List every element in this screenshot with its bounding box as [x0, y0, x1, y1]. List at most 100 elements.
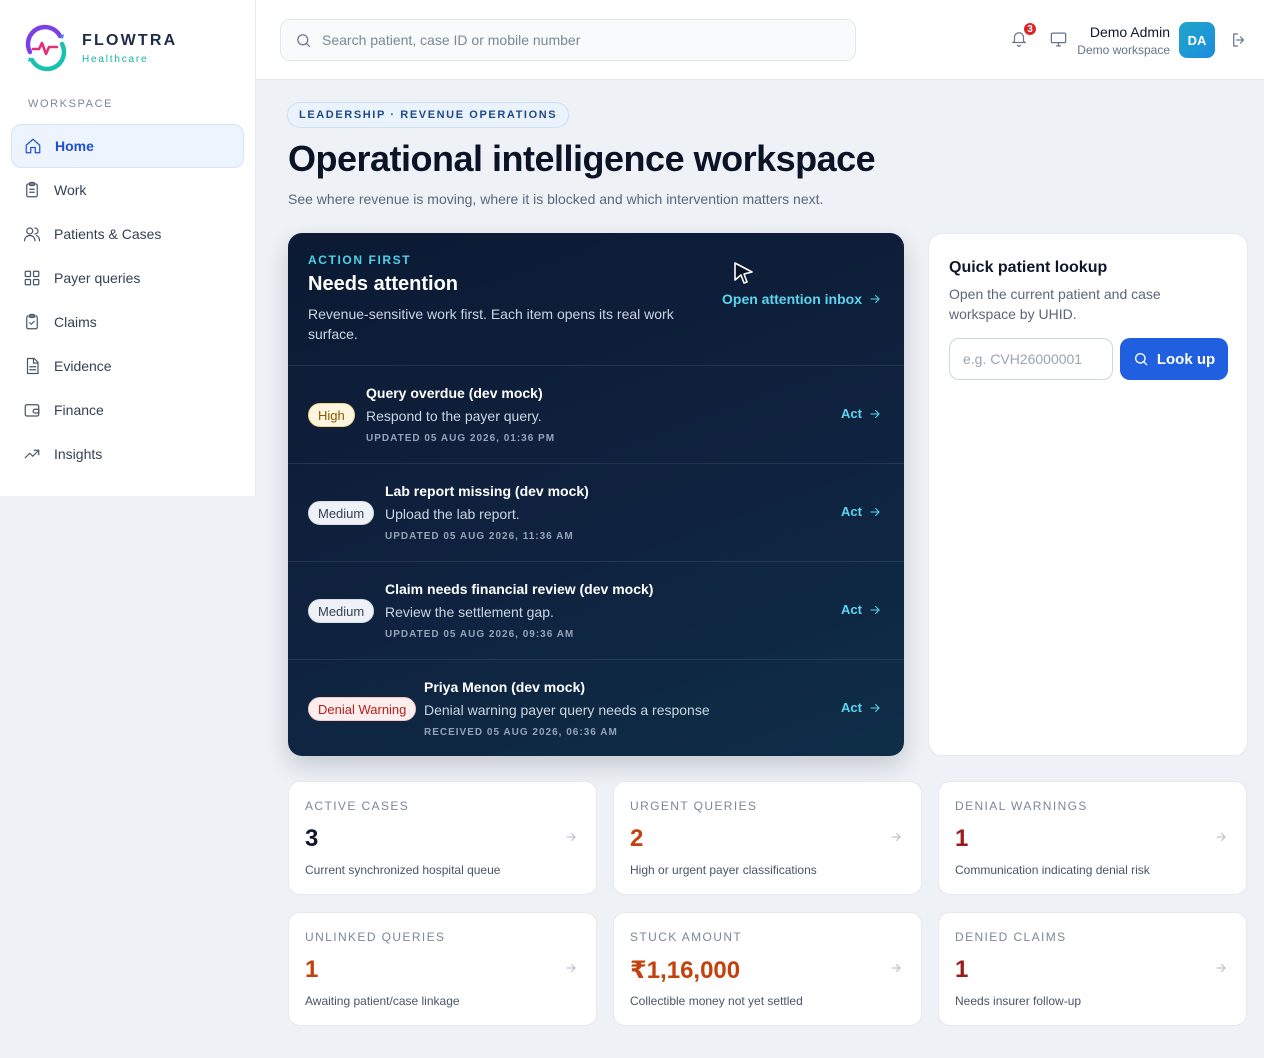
avatar[interactable]: DA [1179, 22, 1215, 58]
sidebar-item-insights[interactable]: Insights [11, 432, 244, 476]
sidebar-item-work[interactable]: Work [11, 168, 244, 212]
clipboard-icon [23, 181, 41, 199]
flowtra-logo-icon [25, 24, 67, 72]
metric-card-stuck-amount[interactable]: STUCK AMOUNT ₹1,16,000 Collectible money… [613, 912, 922, 1026]
sidebar-item-home[interactable]: Home [11, 124, 244, 168]
sidebar-item-patients-cases[interactable]: Patients & Cases [11, 212, 244, 256]
user-workspace: Demo workspace [1077, 43, 1170, 57]
brand[interactable]: FLOWTRA Healthcare [20, 22, 177, 74]
look-up-button[interactable]: Look up [1120, 338, 1228, 380]
quick-patient-lookup-card: Quick patient lookup Open the current pa… [928, 233, 1248, 756]
arrow-right-icon [891, 964, 901, 972]
grid-icon [23, 269, 41, 287]
sidebar-item-evidence[interactable]: Evidence [11, 344, 244, 388]
user-menu[interactable]: Demo Admin Demo workspace [1077, 24, 1170, 57]
sidebar-item-claims[interactable]: Claims [11, 300, 244, 344]
monitor-icon [1050, 32, 1067, 47]
metric-card-active-cases[interactable]: ACTIVE CASES 3 Current synchronized hosp… [288, 781, 597, 895]
arrow-right-icon [566, 964, 576, 972]
attention-item[interactable]: Medium Lab report missing (dev mock) Upl… [288, 463, 904, 561]
metric-value: 1 [955, 956, 969, 983]
arrow-right-icon [1216, 964, 1226, 972]
arrow-right-icon [870, 605, 880, 614]
metric-card-unlinked-queries[interactable]: UNLINKED QUERIES 1 Awaiting patient/case… [288, 912, 597, 1026]
attention-item-timestamp: UPDATED 05 AUG 2026, 09:36 AM [385, 629, 575, 640]
attention-item-timestamp: RECEIVED 05 AUG 2026, 06:36 AM [424, 727, 618, 738]
act-button[interactable]: Act [841, 504, 882, 519]
act-label: Act [841, 700, 862, 715]
sidebar-item-payer-queries[interactable]: Payer queries [11, 256, 244, 300]
search-icon [297, 33, 311, 47]
clipboard-check-icon [23, 313, 41, 331]
attention-item-title: Query overdue (dev mock) [366, 385, 543, 401]
attention-item-timestamp: UPDATED 05 AUG 2026, 11:36 AM [385, 531, 574, 542]
sidebar-item-label: Work [54, 182, 87, 198]
search-icon [1134, 353, 1148, 366]
attention-title: Needs attention [308, 273, 459, 295]
act-button[interactable]: Act [841, 602, 882, 617]
arrow-right-icon [870, 703, 880, 712]
metric-label: DENIAL WARNINGS [955, 799, 1088, 813]
arrow-right-icon [891, 833, 901, 841]
attention-item-title: Priya Menon (dev mock) [424, 679, 586, 695]
sidebar-item-label: Insights [54, 446, 103, 462]
metric-card-denied-claims[interactable]: DENIED CLAIMS 1 Needs insurer follow-up [938, 912, 1247, 1026]
attention-item-description: Review the settlement gap. [385, 604, 554, 620]
attention-item-title: Lab report missing (dev mock) [385, 483, 589, 499]
home-icon [24, 137, 42, 155]
workspace-section-label: WORKSPACE [28, 98, 114, 110]
attention-item[interactable]: Denial Warning Priya Menon (dev mock) De… [288, 659, 904, 756]
priority-badge: High [308, 403, 355, 427]
arrow-right-icon [566, 833, 576, 841]
lookup-title: Quick patient lookup [949, 259, 1108, 276]
uhid-input[interactable] [949, 338, 1113, 380]
sidebar-item-label: Patients & Cases [54, 226, 162, 242]
page-subtitle: See where revenue is moving, where it is… [288, 191, 824, 207]
lookup-description: Open the current patient and case worksp… [949, 286, 1161, 322]
metric-value: ₹1,16,000 [630, 957, 741, 984]
attention-description: Revenue-sensitive work first. Each item … [308, 306, 674, 342]
attention-item[interactable]: Medium Claim needs financial review (dev… [288, 561, 904, 659]
attention-item-description: Upload the lab report. [385, 506, 520, 522]
act-label: Act [841, 504, 862, 519]
attention-item-timestamp: UPDATED 05 AUG 2026, 01:36 PM [366, 433, 556, 444]
metric-description: Current synchronized hospital queue [305, 863, 501, 877]
arrow-right-icon [870, 507, 880, 516]
sidebar-item-label: Home [55, 138, 94, 154]
mouse-cursor-icon [734, 262, 753, 284]
notification-count-badge: 3 [1022, 21, 1038, 37]
sidebar-item-finance[interactable]: Finance [11, 388, 244, 432]
metric-card-urgent-queries[interactable]: URGENT QUERIES 2 High or urgent payer cl… [613, 781, 922, 895]
act-button[interactable]: Act [841, 700, 882, 715]
search-input[interactable] [322, 32, 822, 48]
trending-up-icon [23, 445, 41, 463]
user-name: Demo Admin [1089, 24, 1170, 40]
attention-item-description: Denial warning payer query needs a respo… [424, 702, 710, 718]
metric-value: 2 [630, 825, 644, 852]
topbar: 3 Demo Admin Demo workspace DA [256, 0, 1264, 80]
priority-badge: Medium [308, 599, 375, 623]
sidebar: FLOWTRA Healthcare WORKSPACE Home Work P… [0, 0, 256, 496]
metric-description: High or urgent payer classifications [630, 863, 817, 877]
metric-label: ACTIVE CASES [305, 799, 410, 813]
metric-value: 3 [305, 825, 319, 852]
page-eyebrow: LEADERSHIP · REVENUE OPERATIONS [287, 102, 570, 128]
metric-description: Needs insurer follow-up [955, 994, 1082, 1008]
notifications-button[interactable]: 3 [1010, 21, 1038, 51]
open-attention-inbox-link[interactable]: Open attention inbox [722, 291, 882, 307]
attention-item[interactable]: High Query overdue (dev mock) Respond to… [288, 365, 904, 463]
file-icon [23, 357, 41, 375]
metric-description: Awaiting patient/case linkage [305, 994, 460, 1008]
metric-description: Communication indicating denial risk [955, 863, 1150, 877]
sidebar-item-label: Claims [54, 314, 97, 330]
metric-card-denial-warnings[interactable]: DENIAL WARNINGS 1 Communication indicati… [938, 781, 1247, 895]
look-up-label: Look up [1156, 350, 1216, 368]
metric-value: 1 [955, 825, 969, 852]
display-button[interactable] [1049, 30, 1069, 50]
logout-button[interactable] [1230, 31, 1248, 49]
act-button[interactable]: Act [841, 406, 882, 421]
logout-icon [1233, 33, 1245, 47]
search-bar[interactable] [280, 19, 856, 61]
attention-card: ACTION FIRST Needs attention Revenue-sen… [288, 233, 904, 756]
sidebar-item-label: Evidence [54, 358, 112, 374]
